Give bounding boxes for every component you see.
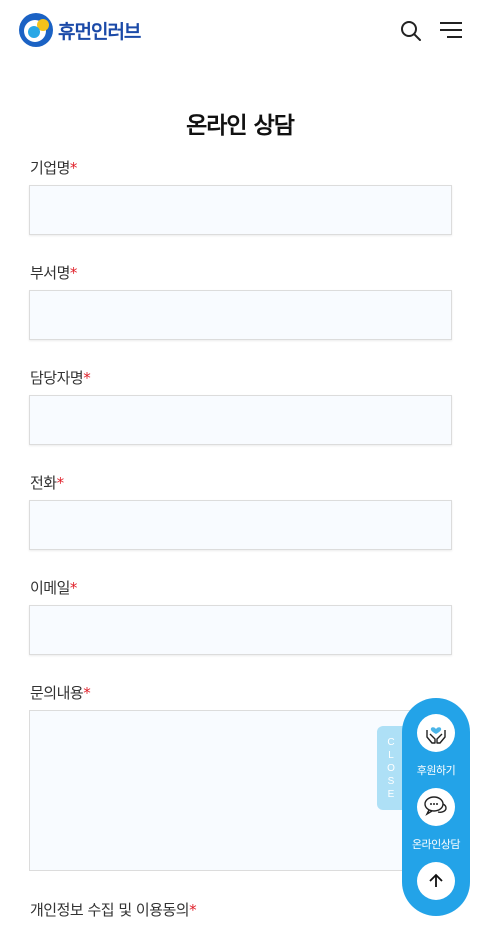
donate-button[interactable] <box>417 714 455 752</box>
site-header: 휴먼인러브 <box>0 0 480 62</box>
department-input[interactable] <box>29 290 452 340</box>
quick-menu-close-button[interactable]: CLOSE <box>377 726 405 810</box>
consult-button[interactable] <box>417 788 455 826</box>
close-letter: C <box>387 736 395 748</box>
quick-menu: 후원하기 온라인상담 <box>402 698 470 916</box>
contact-name-label: 담당자명* <box>30 369 91 387</box>
company-label: 기업명* <box>30 159 78 177</box>
required-mark: * <box>69 579 78 597</box>
company-input[interactable] <box>29 185 452 235</box>
donate-label[interactable]: 후원하기 <box>402 762 470 778</box>
close-letter: S <box>387 775 395 787</box>
required-mark: * <box>56 474 65 492</box>
arrow-up-icon <box>429 873 443 887</box>
required-mark: * <box>83 369 91 387</box>
email-label: 이메일* <box>30 579 78 597</box>
contact-name-input[interactable] <box>29 395 452 445</box>
close-letter: O <box>387 762 395 774</box>
required-mark: * <box>69 264 78 282</box>
site-logo[interactable]: 휴먼인러브 <box>18 12 141 48</box>
inquiry-label: 문의내용* <box>30 684 91 702</box>
search-icon[interactable] <box>399 19 423 43</box>
logo-icon <box>18 12 54 48</box>
page-title: 온라인 상담 <box>186 113 295 139</box>
hamburger-menu-icon[interactable] <box>438 20 464 42</box>
department-label: 부서명* <box>30 264 78 282</box>
scroll-top-button[interactable] <box>417 862 455 900</box>
email-input[interactable] <box>29 605 452 655</box>
privacy-consent-label: 개인정보 수집 및 이용동의* <box>30 901 197 919</box>
chat-bubbles-icon <box>424 796 447 816</box>
required-mark: * <box>69 159 78 177</box>
phone-label: 전화* <box>30 474 65 492</box>
logo-text: 휴먼인러브 <box>58 20 141 43</box>
close-letter: E <box>387 788 395 800</box>
heart-hands-icon <box>426 727 446 744</box>
required-mark: * <box>189 901 197 919</box>
close-letter: L <box>388 749 394 761</box>
consult-label[interactable]: 온라인상담 <box>402 836 470 852</box>
required-mark: * <box>83 684 91 702</box>
phone-input[interactable] <box>29 500 452 550</box>
